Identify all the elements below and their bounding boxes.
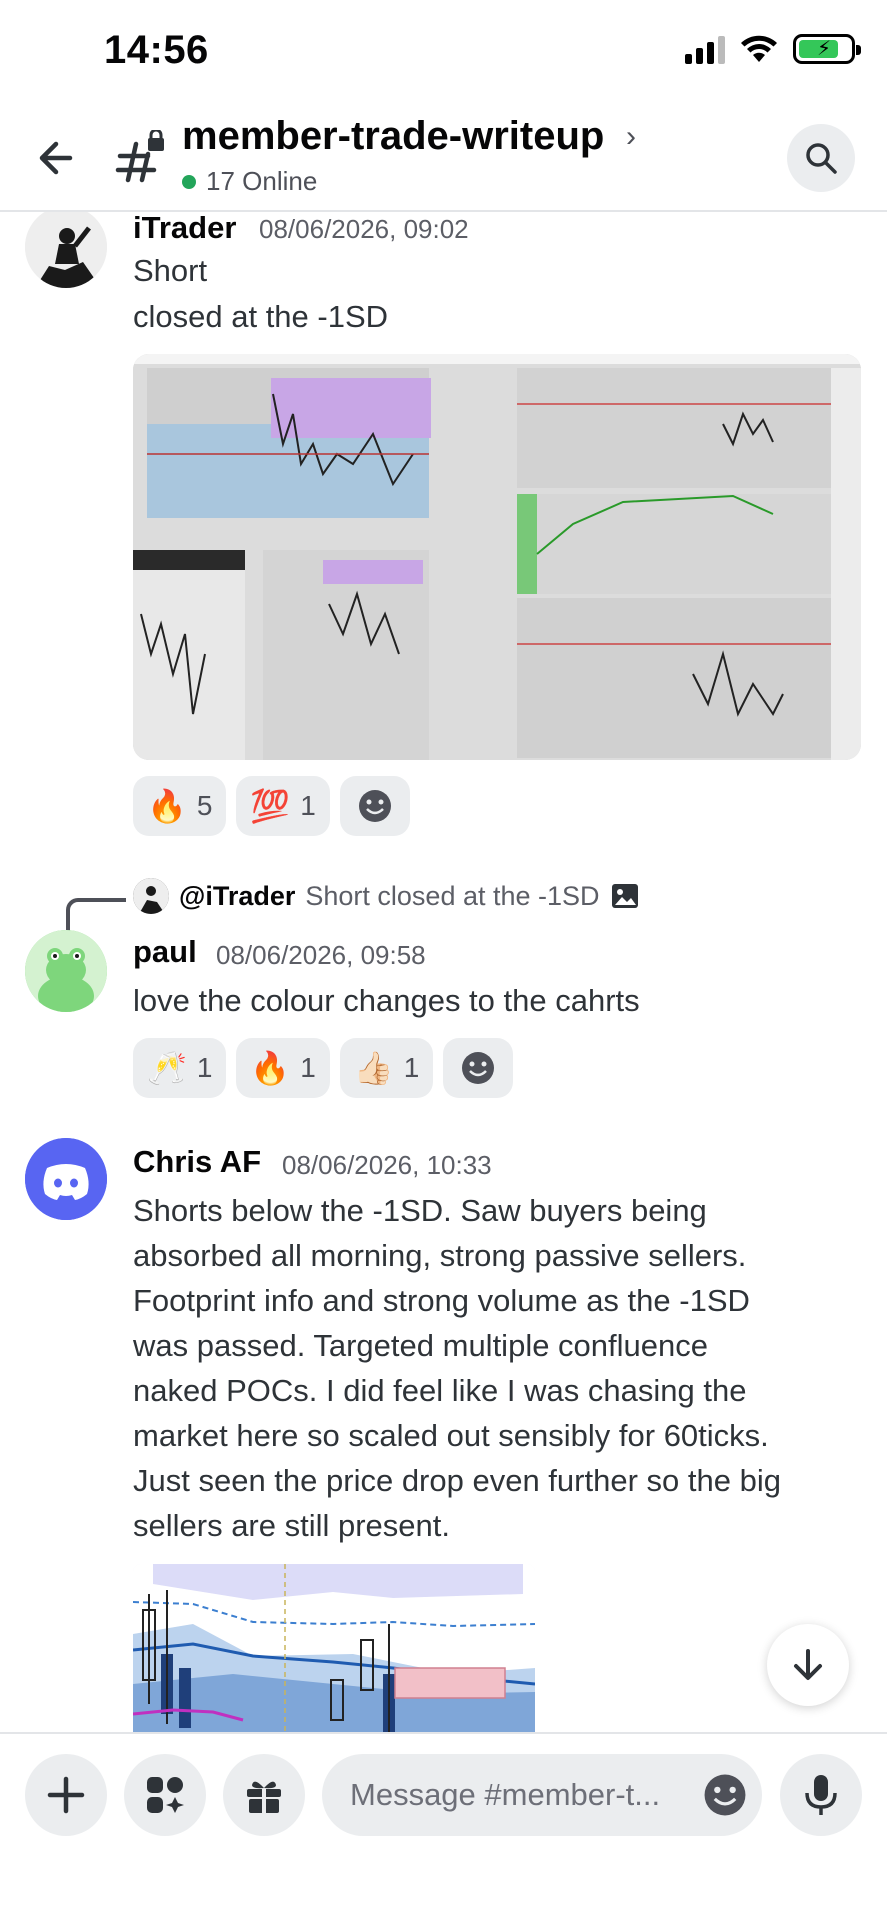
jump-to-latest-button[interactable] — [767, 1624, 849, 1706]
chevron-right-icon[interactable]: › — [626, 120, 636, 154]
hundred-emoji-icon: 💯 — [250, 788, 291, 824]
trading-chart-screenshot — [133, 1564, 535, 1732]
fire-emoji-icon: 🔥 — [250, 1050, 291, 1086]
arrow-down-icon — [794, 1649, 822, 1680]
smiley-icon — [462, 1052, 495, 1084]
reply-avatar — [133, 878, 169, 914]
chart-image-attachment[interactable] — [133, 354, 861, 760]
avatar[interactable] — [25, 212, 107, 288]
reaction-row: 🔥 5 💯 1 — [133, 776, 410, 836]
voice-message-button[interactable] — [780, 1754, 862, 1836]
add-reaction-button[interactable] — [443, 1038, 514, 1098]
fire-emoji-icon: 🔥 — [147, 788, 187, 824]
reaction-chip[interactable]: 👍🏻 1 — [339, 1038, 434, 1098]
reaction-chip[interactable]: 🔥 5 — [133, 776, 227, 836]
chart-image-attachment[interactable] — [133, 1564, 535, 1732]
arrow-left-icon — [39, 141, 73, 175]
trading-chart-screenshot — [133, 354, 861, 760]
reaction-count: 5 — [196, 790, 213, 821]
discord-logo-icon — [25, 1138, 107, 1220]
reply-connector — [66, 898, 126, 932]
reaction-row: 🥂 1 🔥 1 👍🏻 1 — [133, 1038, 514, 1098]
message-input-placeholder: Message #member-t... — [350, 1777, 661, 1812]
message-line: absorbed all morning, strong passive sel… — [133, 1238, 747, 1273]
message-line: closed at the -1SD — [133, 299, 389, 334]
message-list[interactable]: iTrader 08/06/2026, 09:02 Short closed a… — [0, 212, 887, 1732]
apps-icon — [147, 1777, 184, 1813]
reaction-count: 1 — [300, 1052, 316, 1083]
search-button[interactable] — [787, 124, 855, 192]
message-line: naked POCs. I did feel like I was chasin… — [133, 1373, 747, 1408]
frog-avatar-image — [25, 930, 107, 1012]
clinking-glasses-emoji-icon: 🥂 — [147, 1050, 187, 1086]
wifi-icon — [741, 35, 777, 62]
message-input[interactable]: Message #member-t... — [322, 1754, 762, 1836]
gift-button[interactable] — [223, 1754, 305, 1836]
message-timestamp: 08/06/2026, 09:02 — [259, 214, 469, 244]
message-line: Short — [133, 253, 208, 288]
locked-hashtag-icon — [114, 128, 170, 186]
status-time: 14:56 — [104, 28, 209, 72]
add-reaction-button[interactable] — [339, 776, 410, 836]
message-line: sellers are still present. — [133, 1508, 451, 1543]
reaction-count: 1 — [196, 1052, 213, 1083]
thumbs-up-emoji-icon: 👍🏻 — [353, 1050, 394, 1086]
message-author[interactable]: paul — [133, 934, 197, 970]
battery-icon: ⚡ — [793, 34, 861, 64]
avatar[interactable] — [25, 1138, 107, 1220]
reaction-count: 1 — [300, 790, 316, 821]
search-icon — [806, 143, 837, 174]
message-author[interactable]: iTrader — [133, 212, 236, 246]
smiley-icon[interactable] — [702, 1772, 748, 1818]
reply-text: Short closed at the -1SD — [305, 880, 600, 911]
status-icons: ⚡ — [685, 34, 861, 64]
smiley-icon — [358, 790, 391, 822]
message-timestamp: 08/06/2026, 10:33 — [282, 1150, 492, 1180]
cellular-signal-icon — [685, 34, 725, 64]
reply-preview[interactable]: @iTrader Short closed at the -1SD — [133, 878, 640, 914]
reaction-chip[interactable]: 🔥 1 — [236, 1038, 330, 1098]
user-avatar-image — [25, 212, 107, 288]
online-count: 17 Online — [206, 166, 318, 196]
online-dot-icon — [182, 174, 196, 189]
message-author[interactable]: Chris AF — [133, 1144, 261, 1180]
apps-button[interactable] — [124, 1754, 206, 1836]
channel-title[interactable]: member-trade-writeup — [182, 114, 604, 159]
back-button[interactable] — [30, 130, 86, 186]
message-line: was passed. Targeted multiple confluence — [133, 1328, 708, 1363]
reaction-count: 1 — [403, 1052, 420, 1083]
image-icon — [611, 884, 638, 908]
message-line: market here so scaled out sensibly for 6… — [133, 1418, 769, 1453]
online-status: 17 Online — [182, 166, 317, 197]
channel-header: member-trade-writeup › 17 Online — [0, 104, 887, 212]
status-bar: 14:56 ⚡ — [0, 0, 887, 104]
gift-icon — [247, 1781, 281, 1813]
microphone-icon — [805, 1775, 837, 1815]
message-line: Shorts below the -1SD. Saw buyers being — [133, 1193, 707, 1228]
message-line: love the colour changes to the cahrts — [133, 983, 640, 1018]
message-timestamp: 08/06/2026, 09:58 — [216, 940, 426, 970]
add-attachment-button[interactable] — [25, 1754, 107, 1836]
message-line: Footprint info and strong volume as the … — [133, 1283, 750, 1318]
message-line: Just seen the price drop even further so… — [133, 1463, 781, 1498]
reply-author: @iTrader — [179, 880, 296, 911]
avatar[interactable] — [25, 930, 107, 1012]
composer-bar: Message #member-t... — [0, 1732, 887, 1920]
reaction-chip[interactable]: 💯 1 — [236, 776, 330, 836]
plus-icon — [47, 1776, 85, 1814]
reaction-chip[interactable]: 🥂 1 — [133, 1038, 227, 1098]
